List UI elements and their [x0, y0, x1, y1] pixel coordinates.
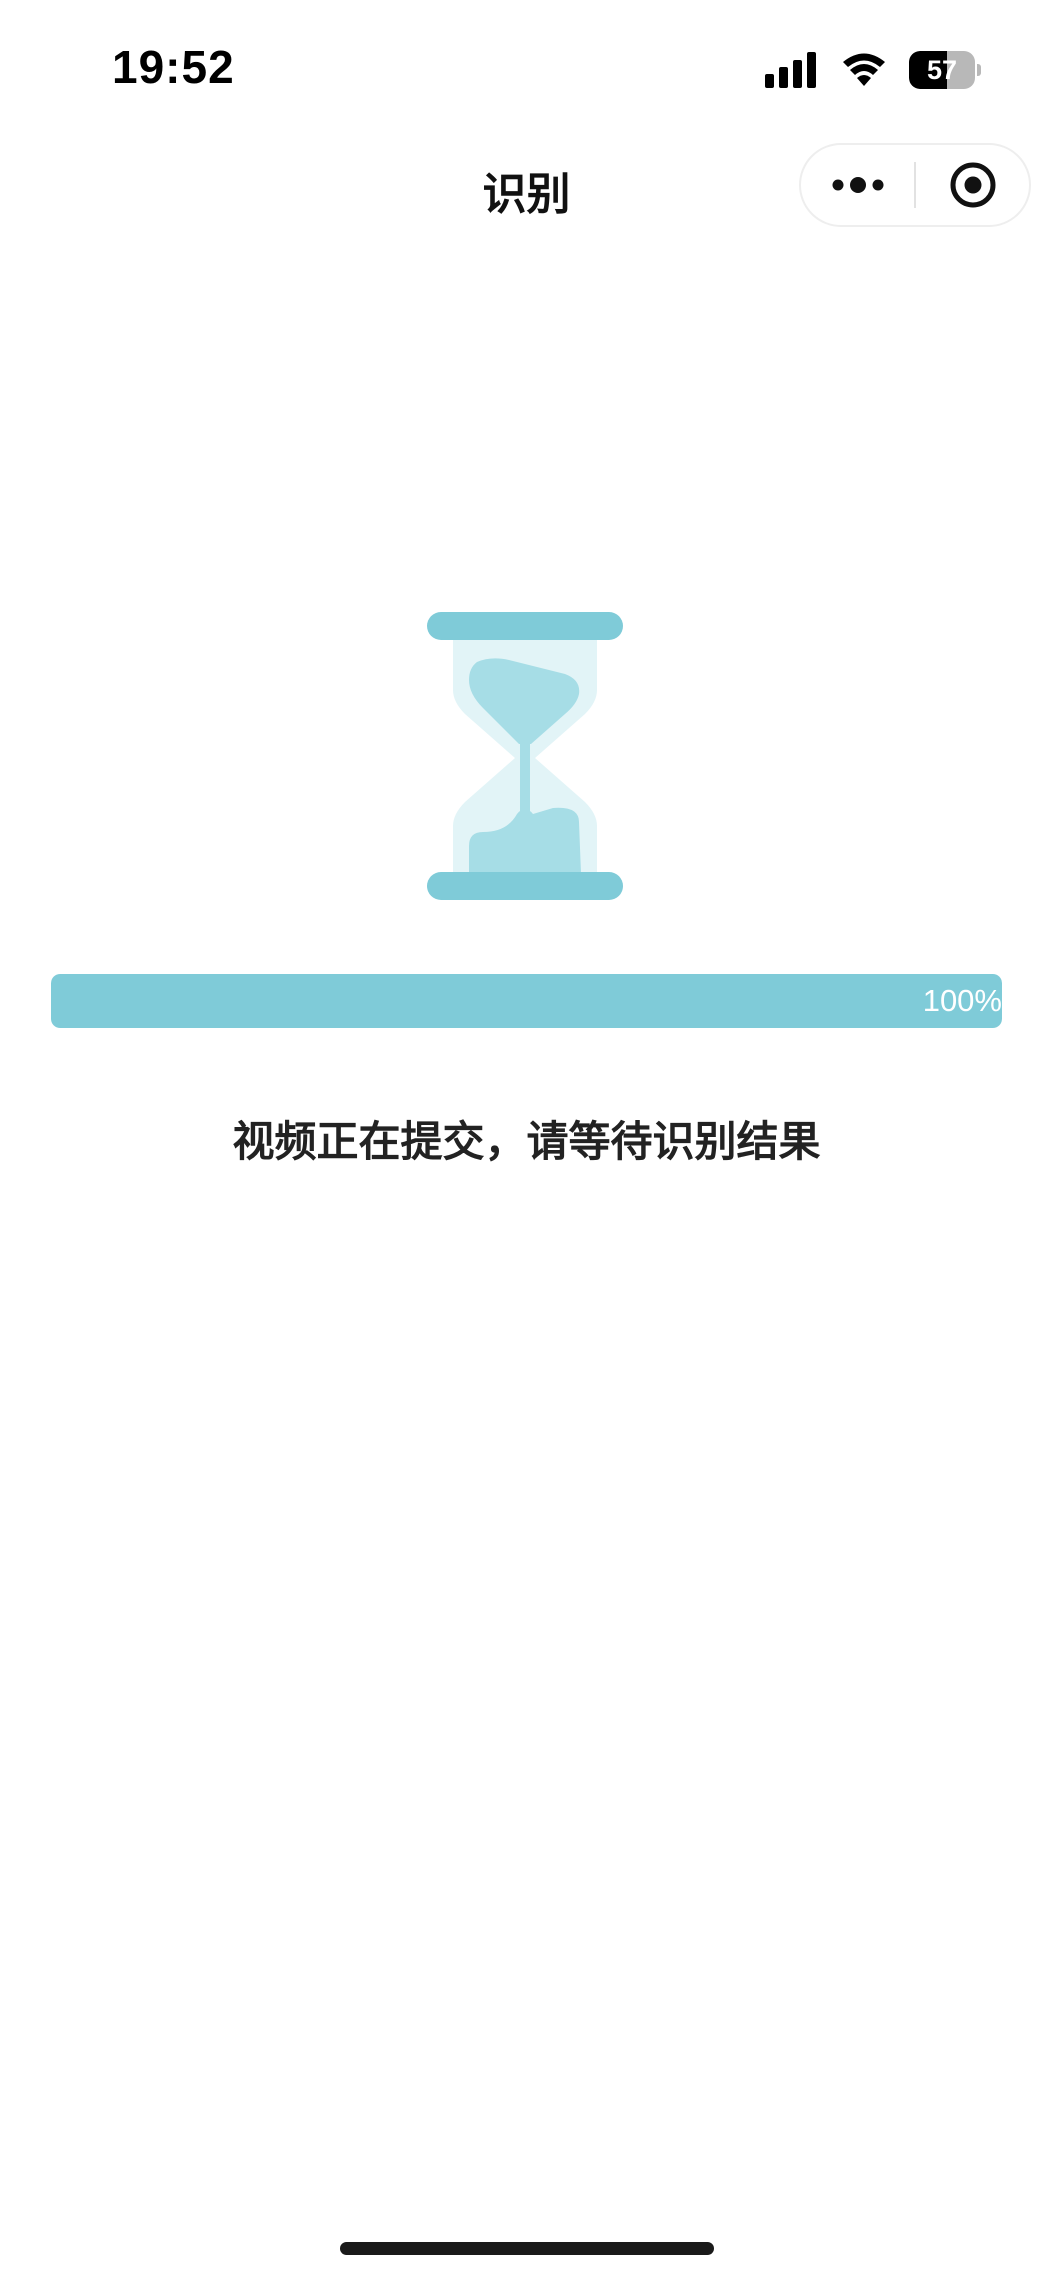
home-indicator — [340, 2242, 714, 2255]
submission-status-message: 视频正在提交，请等待识别结果 — [232, 1117, 821, 1166]
battery-level: 57 — [927, 54, 958, 85]
battery-body: 57 — [909, 51, 976, 89]
wifi-icon — [843, 53, 885, 86]
progress-percentage: 100% — [922, 983, 1002, 1018]
battery-nub — [977, 64, 981, 76]
navigation-bar: 识别 — [0, 130, 1053, 242]
recognition-page: 19:52 57 识别 100% 视频正在提交，请等待识别结果 — [0, 0, 1053, 2278]
close-mini-program-button[interactable] — [916, 145, 1029, 225]
progress-fill — [51, 974, 1002, 1028]
mini-program-capsule — [799, 143, 1031, 227]
hourglass-icon — [427, 612, 623, 900]
battery-indicator: 57 — [909, 51, 981, 89]
more-button[interactable] — [801, 145, 914, 225]
more-dots-icon — [832, 177, 883, 193]
target-circle-icon — [950, 162, 995, 208]
status-time: 19:52 — [112, 41, 235, 93]
upload-progress-bar: 100% — [51, 974, 1002, 1028]
status-icons: 57 — [765, 50, 981, 90]
cellular-signal-icon — [765, 52, 816, 88]
status-bar: 19:52 57 — [0, 0, 1053, 130]
